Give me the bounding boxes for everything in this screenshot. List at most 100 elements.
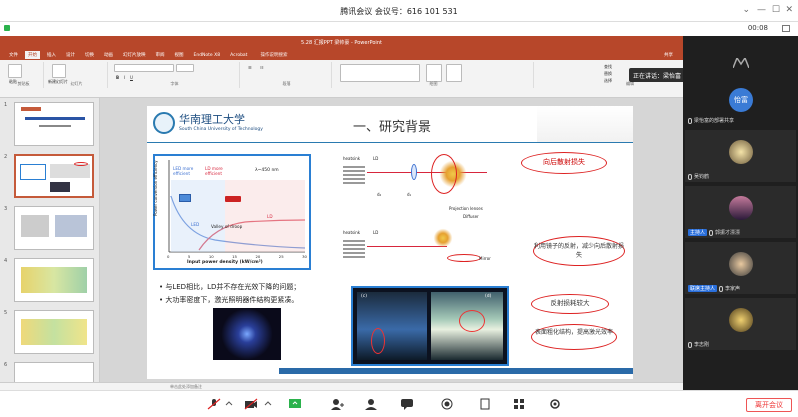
- thumb-number: 1: [4, 102, 8, 108]
- photo-frame: (c) (d): [351, 286, 509, 366]
- participant-tile[interactable]: 怡富 梁怡富的部署共享: [685, 86, 796, 126]
- bullet-text: 与LED相比，LD并不存在光效下降的问题；: [165, 283, 301, 291]
- thumb-number: 6: [4, 362, 8, 368]
- tab-animations[interactable]: 动画: [101, 51, 116, 59]
- participant-name: 吴钧鹤: [688, 173, 709, 180]
- participant-tile[interactable]: 吴钧鹤: [685, 130, 796, 182]
- photo-d-highlight: [459, 310, 485, 332]
- chat-icon[interactable]: [400, 398, 414, 410]
- mic-icon: [709, 229, 714, 236]
- meeting-status-bar: 00:08: [0, 22, 798, 36]
- current-slide[interactable]: 华南理工大学 South China University of Technol…: [147, 106, 633, 379]
- new-slide-icon[interactable]: [52, 64, 66, 78]
- participant-name: 主持人 郭振才漂漂: [688, 229, 740, 236]
- slide-thumbnail-6[interactable]: [14, 362, 94, 382]
- slide-thumbnail-3[interactable]: [14, 206, 94, 250]
- avatar: [729, 140, 753, 164]
- participant-tile[interactable]: 联席主持人 李家声: [685, 242, 796, 294]
- tab-design[interactable]: 设计: [63, 51, 78, 59]
- participant-tile[interactable]: 主持人 郭振才漂漂: [685, 186, 796, 238]
- apps-icon[interactable]: [512, 398, 526, 410]
- tab-transitions[interactable]: 切换: [82, 51, 97, 59]
- close-icon[interactable]: ✕: [785, 5, 793, 15]
- pin-icon[interactable]: ⌄: [742, 5, 750, 15]
- laser-device-photo: [213, 308, 281, 360]
- mic-icon: [688, 117, 692, 124]
- slide-thumbnail-4[interactable]: [14, 258, 94, 302]
- school-name-en: South China University of Technology: [179, 127, 263, 132]
- x-tick: 25: [278, 254, 284, 259]
- bold-button[interactable]: B: [116, 75, 119, 80]
- university-seal-icon: [153, 112, 175, 134]
- mute-mic-icon[interactable]: [207, 398, 221, 410]
- ppt-statusbar: 单击此处添加备注: [0, 382, 683, 390]
- documents-icon[interactable]: [478, 398, 492, 410]
- callout-surface-roughening: 表面粗化结构，提高激光效率: [531, 324, 617, 350]
- photo-c-highlight: [371, 328, 385, 354]
- arrange-icon[interactable]: [426, 64, 442, 82]
- powerpoint-titlebar: 5.28 汇报PPT 梁帅豪 - PowerPoint: [0, 36, 683, 50]
- d1-label: d₁: [407, 192, 412, 197]
- meeting-title: 腾讯会议 会议号：616 101 531: [340, 7, 458, 16]
- led-efficient-label: LED more efficient: [173, 166, 194, 176]
- participant-name-text: 吴钧鹤: [694, 174, 710, 180]
- participant-name-text: 郭振才漂漂: [715, 230, 741, 236]
- share-screen-icon[interactable]: [288, 398, 302, 410]
- photo-c: [357, 292, 427, 360]
- camera-off-icon[interactable]: [244, 398, 258, 410]
- settings-icon[interactable]: [548, 398, 562, 410]
- maximize-icon[interactable]: ☐: [772, 5, 780, 15]
- minimize-icon[interactable]: —: [757, 5, 766, 15]
- invite-icon[interactable]: [330, 398, 344, 410]
- participants-icon[interactable]: [364, 398, 378, 410]
- font-family-select[interactable]: [114, 64, 174, 72]
- slide-thumbnail-2[interactable]: [14, 154, 94, 198]
- group-label: 段落: [282, 81, 291, 86]
- camera-options-chevron-icon[interactable]: [264, 398, 272, 410]
- group-clipboard: 粘贴 剪贴板: [4, 62, 44, 88]
- leave-meeting-button[interactable]: 离开会议: [746, 398, 792, 412]
- ppt-share-button[interactable]: 共享: [664, 52, 673, 58]
- scatter-highlight-ellipse: [431, 154, 457, 194]
- record-icon[interactable]: [440, 398, 454, 410]
- slide-thumbnail-1[interactable]: [14, 102, 94, 146]
- ld-curve-label: LD: [267, 214, 273, 219]
- diffuser-label: Diffuser: [463, 214, 479, 219]
- heatsink-label-top: heatsink: [343, 156, 361, 161]
- group-slides: 新建幻灯片 幻灯片: [46, 62, 108, 88]
- tab-acrobat[interactable]: Acrobat: [227, 52, 250, 59]
- x-tick: 15: [232, 254, 237, 259]
- shapes-gallery[interactable]: [340, 64, 420, 82]
- heatsink-icon-bottom: [343, 238, 365, 258]
- replace-button[interactable]: 替换: [604, 71, 612, 77]
- tab-home[interactable]: 开始: [25, 51, 40, 59]
- italic-button[interactable]: I: [124, 75, 125, 80]
- quick-styles-icon[interactable]: [446, 64, 462, 82]
- underline-button[interactable]: U: [130, 75, 133, 80]
- group-label: 字体: [170, 81, 179, 86]
- tab-endnote[interactable]: EndNote X8: [191, 52, 224, 59]
- paste-icon[interactable]: [8, 64, 22, 78]
- tab-slideshow[interactable]: 幻灯片放映: [120, 51, 149, 59]
- x-tick: 30: [302, 254, 307, 259]
- tab-review[interactable]: 审阅: [153, 51, 168, 59]
- participant-tile[interactable]: 李志刚: [685, 298, 796, 350]
- chart-ylabel: Power conversion efficiency: [153, 160, 158, 216]
- numbering-icon[interactable]: ☷: [260, 65, 264, 70]
- tab-insert[interactable]: 插入: [44, 51, 59, 59]
- thumb-number: 4: [4, 258, 8, 264]
- chart-xlabel: Input power density (kW/cm²): [187, 260, 263, 265]
- find-button[interactable]: 查找: [604, 64, 612, 70]
- led-curve-label: LED: [191, 222, 200, 227]
- avatar: 怡富: [729, 88, 753, 112]
- tell-me-search[interactable]: 操作说明搜索: [260, 52, 287, 58]
- mic-options-chevron-icon[interactable]: [225, 398, 233, 410]
- x-tick: 5: [187, 254, 191, 259]
- thumb-number: 5: [4, 310, 8, 316]
- tab-view[interactable]: 视图: [172, 51, 187, 59]
- grid-view-icon[interactable]: [782, 25, 790, 32]
- tab-file[interactable]: 文件: [6, 51, 21, 59]
- font-size-select[interactable]: [176, 64, 194, 72]
- slide-thumbnail-5[interactable]: [14, 310, 94, 354]
- bullets-icon[interactable]: ☰: [248, 65, 252, 70]
